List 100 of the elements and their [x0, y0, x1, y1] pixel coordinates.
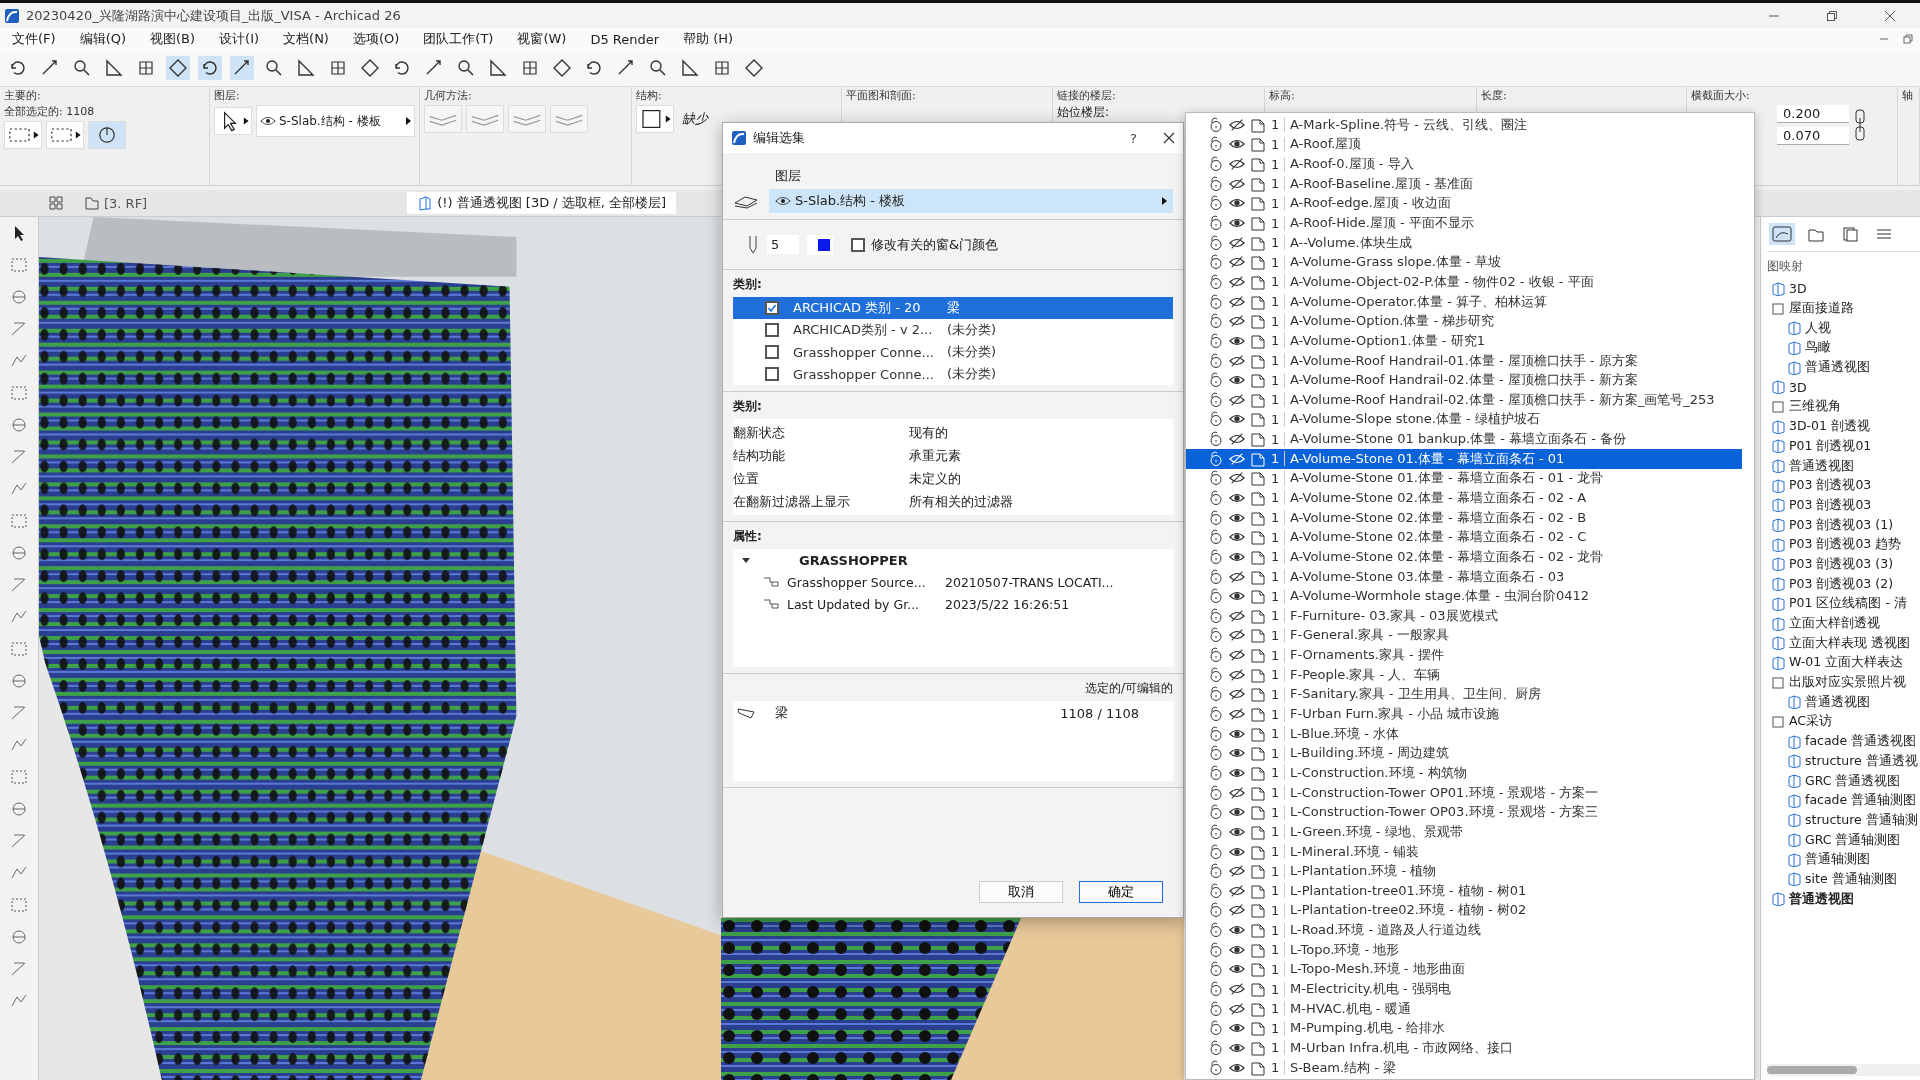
navigator-item[interactable]: 普通透视图: [1789, 457, 1854, 475]
document-icon[interactable]: [1250, 627, 1266, 644]
padlock-icon[interactable]: [1208, 175, 1224, 192]
layer-row[interactable]: 1 A-Volume-Grass slope.体量 - 草坡: [1186, 252, 1754, 273]
padlock-icon[interactable]: [1208, 372, 1224, 389]
menu-item[interactable]: 视窗(W): [505, 30, 579, 48]
layer-row[interactable]: 1 A-Volume-Stone 03.体量 - 幕墙立面条石 - 03: [1186, 566, 1754, 587]
category-row[interactable]: ARCHICAD 类别 - 20 梁: [733, 297, 1173, 319]
padlock-icon[interactable]: [1208, 666, 1224, 683]
restore-icon[interactable]: [1826, 9, 1838, 22]
layer-row[interactable]: 1 L-Building.环境 - 周边建筑: [1186, 743, 1754, 764]
checkbox[interactable]: [765, 367, 779, 381]
padlock-icon[interactable]: [1208, 647, 1224, 664]
close-icon[interactable]: [1884, 9, 1896, 22]
document-icon[interactable]: [1250, 156, 1266, 173]
document-icon[interactable]: [1250, 745, 1266, 762]
padlock-icon[interactable]: [1208, 1039, 1224, 1056]
padlock-icon[interactable]: [1208, 1020, 1224, 1037]
document-icon[interactable]: [1250, 431, 1266, 448]
document-icon[interactable]: [1250, 332, 1266, 349]
navigator-item[interactable]: P03 剖透视03 (3): [1789, 555, 1893, 573]
category-row[interactable]: ARCHICAD类别 - v 2... (未分类): [733, 319, 1173, 341]
height-field[interactable]: 0.070: [1777, 127, 1849, 145]
layer-row[interactable]: 1 A-Roof-edge.屋顶 - 收边面: [1186, 193, 1754, 214]
layer-row[interactable]: 1 L-Mineral.环境 - 铺装: [1186, 841, 1754, 862]
document-icon[interactable]: [1250, 411, 1266, 428]
category-row[interactable]: Grasshopper Conne... (未分类): [733, 341, 1173, 363]
menu-item[interactable]: D5 Render: [578, 31, 672, 47]
document-icon[interactable]: [1250, 1039, 1266, 1056]
document-icon[interactable]: [1250, 313, 1266, 330]
layer-row[interactable]: 1 L-Construction.环境 - 构筑物: [1186, 763, 1754, 783]
layer-row[interactable]: 1 F-People.家具 - 人、车辆: [1186, 664, 1754, 685]
layer-row[interactable]: 1 A-Volume-Operator.体量 - 算子、柏林运算: [1186, 291, 1754, 312]
navigator-item[interactable]: 鸟瞰: [1805, 339, 1831, 357]
navigator-item[interactable]: 普通透视图: [1789, 890, 1854, 908]
menu-item[interactable]: 团队工作(T): [411, 30, 506, 48]
navigator-item[interactable]: 立面大样剖透视: [1789, 615, 1880, 633]
layer-row[interactable]: 1 A-Volume-Wormhole stage.体量 - 虫洞台阶0412: [1186, 586, 1754, 606]
navigator-item[interactable]: 人视: [1805, 319, 1831, 337]
document-icon[interactable]: [1250, 470, 1266, 487]
padlock-icon[interactable]: [1208, 332, 1224, 349]
document-icon[interactable]: [1250, 215, 1266, 231]
padlock-icon[interactable]: [1208, 391, 1224, 408]
layer-dropdown[interactable]: S-Slab.结构 - 楼板: [256, 105, 415, 137]
padlock-icon[interactable]: [1208, 136, 1224, 153]
padlock-icon[interactable]: [1208, 352, 1224, 369]
layer-row[interactable]: 1 A-Volume-Slope stone.体量 - 绿植护坡石: [1186, 409, 1754, 430]
document-icon[interactable]: [1250, 116, 1266, 133]
layer-row[interactable]: 1 A-Volume-Object-02-P.体量 - 物件02 - 收银 - 平面: [1186, 272, 1754, 292]
document-icon[interactable]: [1250, 725, 1266, 742]
checkbox[interactable]: [851, 237, 865, 252]
category-row[interactable]: Grasshopper Conne... (未分类): [733, 363, 1173, 385]
document-icon[interactable]: [1250, 509, 1266, 526]
checkbox[interactable]: [765, 301, 779, 315]
document-icon[interactable]: [1250, 647, 1266, 664]
layer-row[interactable]: 1 F-Ornaments.家具 - 摆件: [1186, 645, 1754, 665]
padlock-icon[interactable]: [1208, 411, 1224, 428]
layer-row[interactable]: 1 F-Sanitary.家具 - 卫生用具、卫生间、厨房: [1186, 684, 1754, 705]
padlock-icon[interactable]: [1208, 706, 1224, 723]
layer-row[interactable]: 1 M-Pumping.机电 - 给排水: [1186, 1018, 1754, 1039]
navigator-item[interactable]: P03 剖透视03 (1): [1789, 516, 1893, 534]
padlock-icon[interactable]: [1208, 843, 1224, 860]
padlock-icon[interactable]: [1208, 882, 1224, 899]
layer-row[interactable]: 1 A--Volume.体块生成: [1186, 232, 1754, 253]
padlock-icon[interactable]: [1208, 784, 1224, 801]
document-icon[interactable]: [1250, 607, 1266, 624]
layer-row[interactable]: 1 A-Roof-Baseline.屋顶 - 基准面: [1186, 173, 1754, 194]
layer-row[interactable]: 1 A-Mark-Spline.符号 - 云线、引线、圈注: [1186, 115, 1754, 135]
document-icon[interactable]: [1250, 961, 1266, 978]
padlock-icon[interactable]: [1208, 764, 1224, 781]
padlock-icon[interactable]: [1208, 627, 1224, 644]
marquee-icon[interactable]: [46, 121, 84, 149]
padlock-icon[interactable]: [1208, 293, 1224, 310]
padlock-icon[interactable]: [1208, 470, 1224, 487]
layer-dropdown[interactable]: S-Slab.结构 - 楼板: [769, 189, 1173, 213]
navigator-item[interactable]: 普通透视图: [1805, 693, 1870, 711]
document-icon[interactable]: [1250, 784, 1266, 801]
layer-row[interactable]: 1 L-Green.环境 - 绿地、景观带: [1186, 822, 1754, 842]
navigator-item[interactable]: GRC 普通透视图: [1805, 772, 1901, 790]
menu-item[interactable]: 视图(B): [138, 30, 208, 48]
document-icon[interactable]: [1250, 764, 1266, 781]
layer-row[interactable]: 1 L-Road.环境 - 道路及人行道边线: [1186, 920, 1754, 940]
padlock-icon[interactable]: [1208, 195, 1224, 212]
layer-row[interactable]: 1 S-Beam.结构 - 梁: [1186, 1057, 1754, 1078]
navigator-item[interactable]: W-01 立面大样表达: [1789, 654, 1904, 672]
menu-item[interactable]: 编辑(Q): [67, 30, 138, 48]
padlock-icon[interactable]: [1208, 863, 1224, 880]
document-icon[interactable]: [1250, 588, 1266, 605]
navigator-item[interactable]: P01 区位线稿图 - 清: [1789, 595, 1907, 613]
navigator-item[interactable]: AC采访: [1789, 713, 1833, 731]
expander-icon[interactable]: [741, 555, 751, 565]
document-icon[interactable]: [1250, 234, 1266, 251]
navigator-item[interactable]: facade 普通透视图: [1805, 733, 1917, 751]
document-icon[interactable]: [1250, 902, 1266, 919]
document-icon[interactable]: [1250, 450, 1266, 467]
document-icon[interactable]: [1250, 941, 1266, 958]
layer-row[interactable]: 1 A-Volume-Roof Handrail-02.体量 - 屋顶檐口扶手 - 新方案_画笔号_253: [1186, 389, 1754, 410]
navigator-item[interactable]: 屋面接道路: [1789, 300, 1854, 318]
checkbox[interactable]: [765, 323, 779, 337]
document-icon[interactable]: [1250, 843, 1266, 860]
